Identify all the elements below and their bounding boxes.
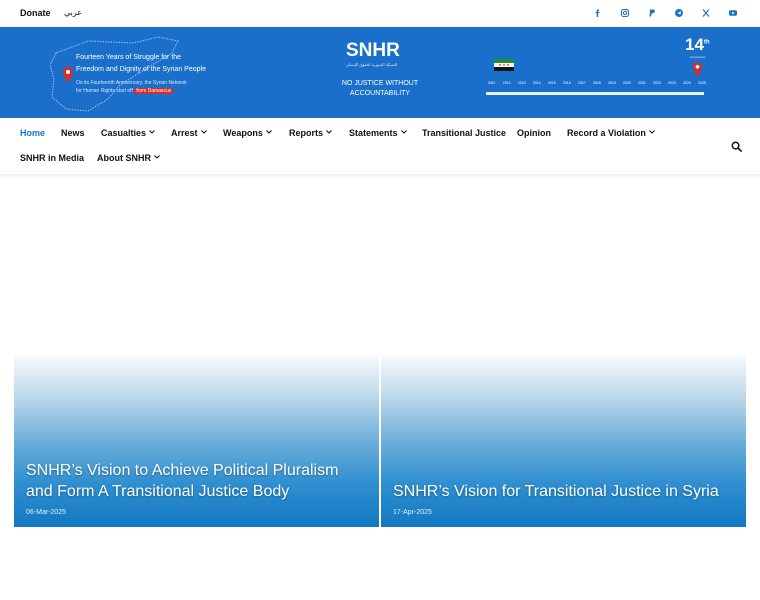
nav-item[interactable]: Opinion [517, 128, 551, 138]
nav-item[interactable]: Home [20, 128, 45, 138]
nav-item[interactable]: Record a Violation [567, 128, 655, 138]
nav-item-label: Opinion [517, 128, 551, 138]
featured-post-card[interactable]: SNHR’s Vision to Achieve Political Plura… [14, 353, 379, 527]
slogan: NO JUSTICE WITHOUT ACCOUNTABILITY [330, 79, 430, 99]
nav-item[interactable]: Reports [289, 128, 332, 138]
nav-item[interactable]: News [61, 128, 85, 138]
nav-item-label: Weapons [223, 128, 263, 138]
anniversary-label: Anniversary [690, 55, 706, 59]
nav-divider [0, 174, 760, 178]
timeline-years: 2011 2012 2013 2014 2015 2016 2017 2018 2019 2020… [488, 81, 706, 85]
anniversary-sup: th [703, 39, 710, 46]
timeline-pin-icon [693, 62, 702, 77]
chevron-down-icon [326, 130, 332, 136]
chevron-down-icon [265, 130, 272, 136]
donate-link[interactable]: Donate [20, 8, 51, 18]
nav-item[interactable]: About SNHR [97, 153, 160, 163]
nav-item[interactable]: Arrest [171, 128, 207, 138]
search-icon[interactable] [731, 141, 742, 152]
nav-item-label: About SNHR [97, 153, 151, 163]
timeline-year: 2016 [562, 81, 571, 85]
timeline-year: 2011 [488, 81, 496, 85]
snhr-logo-arabic: الشبكة السورية لحقوق الإنسان [346, 62, 398, 67]
post-title[interactable]: SNHR’s Vision for Transitional Justice i… [393, 481, 719, 502]
timeline-year: 2023 [668, 81, 676, 85]
nav-item-label: Home [20, 128, 46, 138]
instagram-icon[interactable] [611, 5, 638, 21]
timeline-year: 2012 [502, 81, 511, 85]
timeline-year: 2019 [607, 81, 616, 85]
timeline-year: 2021 [638, 81, 646, 85]
chevron-down-icon [400, 130, 407, 136]
post-date: 17-Apr-2025 [393, 509, 432, 516]
banner-sub-line1: On its Fourteenth Anniversary, the Syria… [76, 80, 187, 86]
anniversary-number-text: 14 [685, 35, 704, 54]
timeline [486, 77, 706, 95]
nav-item-label: Arrest [171, 128, 198, 138]
arabic-language-link[interactable]: عربي [64, 8, 82, 17]
syria-flag-icon [494, 59, 514, 71]
facebook-icon[interactable] [584, 5, 611, 21]
post-title[interactable]: SNHR’s Vision to Achieve Political Plura… [26, 460, 338, 502]
banner-sub-line2: for Human Rights start off from Damascus [76, 88, 174, 94]
timeline-year: 2020 [623, 81, 631, 85]
youtube-icon[interactable] [719, 5, 746, 21]
timeline-year: 2017 [577, 81, 586, 85]
banner-highlight: from Damascus [134, 88, 174, 94]
anniversary-banner[interactable]: Fourteen Years of Struggle for the Freed… [0, 27, 760, 118]
timeline-year: 2013 [517, 81, 526, 85]
nav-item[interactable]: Weapons [223, 128, 272, 138]
post-date: 06-Mar-2025 [26, 509, 67, 516]
slogan-line2: ACCOUNTABILITY [349, 90, 411, 97]
slogan-line1: NO JUSTICE WITHOUT [341, 80, 419, 87]
nav-item[interactable]: Transitional Justice [422, 128, 506, 138]
post-title-line1: SNHR’s Vision for Transitional Justice i… [393, 483, 719, 500]
social-links [584, 5, 746, 21]
timeline-bar [486, 92, 704, 95]
post-title-line1: SNHR’s Vision to Achieve Political Plura… [26, 462, 339, 479]
featured-post-card[interactable]: SNHR’s Vision for Transitional Justice i… [381, 353, 746, 527]
top-bar: Donate عربي [0, 0, 760, 27]
timeline-year: 2022 [653, 81, 661, 85]
chevron-down-icon [154, 155, 160, 161]
chevron-down-icon [149, 130, 155, 136]
timeline-year: 2025 [698, 81, 706, 85]
nav-item-label: Statements [349, 128, 398, 138]
banner-headline-line1: Fourteen Years of Struggle for the [76, 54, 182, 61]
timeline-year: 2015 [547, 81, 556, 85]
nav-item-label: News [61, 128, 85, 138]
nav-item-label: SNHR in Media [20, 153, 85, 163]
banner-headline-line2: Freedom and Dignity of the Syrian People [76, 66, 206, 73]
x-icon[interactable] [692, 5, 719, 21]
anniversary-number: 14th [685, 35, 710, 55]
nav-item[interactable]: Statements [349, 128, 407, 138]
chevron-down-icon [648, 130, 655, 136]
map-pin-icon [63, 67, 73, 83]
nav-item-label: Record a Violation [567, 128, 646, 138]
snhr-logo[interactable]: SNHR [346, 40, 400, 62]
nav-item-label: Casualties [101, 128, 147, 138]
syria-map-outline [49, 36, 179, 112]
nav-item[interactable]: SNHR in Media [20, 153, 84, 163]
timeline-year: 2018 [592, 81, 601, 85]
paypal-icon[interactable] [638, 5, 665, 21]
nav-item-label: Reports [289, 128, 324, 138]
chevron-down-icon [200, 130, 207, 136]
post-title-line2: and Form A Transitional Justice Body [26, 483, 290, 500]
telegram-icon[interactable] [665, 5, 692, 21]
main-navigation: Home News Casualties Arrest Weapons Reports St… [0, 118, 760, 174]
nav-item[interactable]: Casualties [101, 128, 155, 138]
timeline-year: 2014 [532, 81, 541, 85]
nav-item-label: Transitional Justice [422, 128, 507, 138]
timeline-year: 2024 [683, 81, 691, 85]
banner-sub-text: for Human Rights start off [76, 88, 133, 94]
